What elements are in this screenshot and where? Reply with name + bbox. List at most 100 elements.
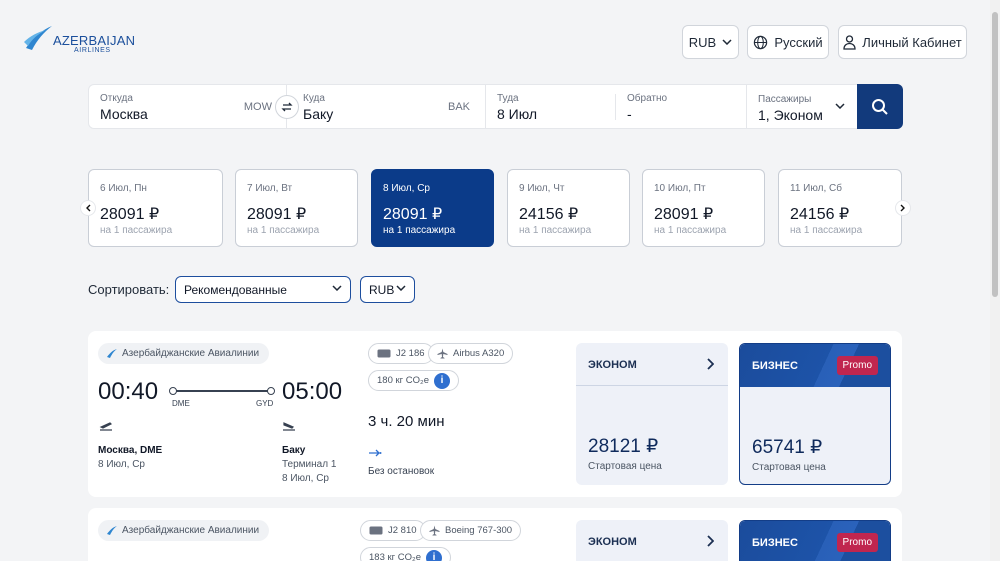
fare-class-title: ЭКОНОМ (588, 359, 637, 371)
date-card-date: 10 Июл, Пт (654, 183, 706, 194)
date-card-price: 28091 ₽ (247, 206, 307, 223)
language-selector[interactable]: Русский (747, 25, 829, 59)
economy-fare-card[interactable]: ЭКОНОМ (576, 520, 728, 561)
fare-class-title: ЭКОНОМ (588, 536, 637, 548)
airplane-icon (437, 348, 448, 359)
date-card[interactable]: 10 Июл, Пт 28091 ₽ на 1 пассажира (642, 169, 765, 247)
return-date-field[interactable]: Обратно - (616, 85, 746, 128)
date-card-date: 7 Июл, Вт (247, 183, 293, 194)
date-card-date: 6 Июл, Пн (100, 183, 147, 194)
currency-value: RUB (369, 282, 395, 297)
airline-badge: Азербайджанские Авиалинии (98, 343, 270, 364)
chevron-right-icon (900, 204, 905, 212)
to-field[interactable]: Куда Баку BAK (292, 85, 484, 128)
co2-value: 180 кг CO₂e (377, 375, 429, 386)
fare-class-title: БИЗНЕС (752, 360, 798, 372)
date-card-date: 8 Июл, Ср (383, 183, 430, 194)
flight-number-chip[interactable]: J2 186 (368, 343, 434, 364)
flight-card: Азербайджанские Авиалинии 00:40 05:00 DM… (88, 331, 902, 497)
currency-select[interactable]: RUB (360, 276, 415, 303)
flight-duration: 3 ч. 20 мин (368, 413, 445, 430)
takeoff-icon (99, 422, 113, 431)
from-field[interactable]: Откуда Москва MOW (89, 85, 286, 128)
globe-icon (754, 35, 768, 49)
info-icon[interactable]: i (425, 549, 442, 561)
co2-chip[interactable]: 183 кг CO₂e i (360, 547, 451, 561)
date-card-price: 28091 ₽ (654, 206, 714, 223)
aircraft-chip[interactable]: Airbus A320 (428, 343, 514, 364)
info-icon[interactable]: i (433, 372, 450, 389)
departure-time: 00:40 (98, 378, 159, 405)
airline-logo-icon (107, 526, 117, 535)
date-card-price: 28091 ₽ (383, 206, 443, 223)
flight-number-chip[interactable]: J2 810 (360, 520, 426, 541)
aircraft-model: Airbus A320 (453, 348, 505, 359)
passengers-field[interactable]: Пассажиры 1, Эконом (747, 85, 857, 128)
account-button[interactable]: Личный Кабинет (838, 25, 967, 59)
airline-name: Азербайджанские Авиалинии (122, 525, 260, 536)
date-card-date: 9 Июл, Чт (519, 183, 565, 194)
next-dates-button[interactable] (895, 200, 911, 216)
promo-badge: Promo (836, 356, 878, 375)
promo-badge: Promo (836, 533, 878, 552)
business-fare-card[interactable]: БИЗНЕС Promo 65741 ₽ Стартовая цена (739, 343, 891, 485)
flight-card: Азербайджанские Авиалинии J2 810 Boeing … (88, 508, 902, 561)
logo-text: AZERBAIJAN (53, 33, 136, 48)
co2-chip[interactable]: 180 кг CO₂e i (368, 370, 459, 391)
depart-value: 8 Июл (497, 106, 538, 122)
landing-icon (283, 422, 295, 431)
departure-city: Москва, DME (98, 445, 163, 456)
currency-selector[interactable]: RUB (682, 25, 739, 59)
date-card[interactable]: 7 Июл, Вт 28091 ₽ на 1 пассажира (235, 169, 358, 247)
chevron-down-icon (332, 285, 342, 291)
search-button[interactable] (857, 84, 903, 129)
depart-date-field[interactable]: Туда 8 Июл (486, 85, 616, 128)
scrollbar-thumb[interactable] (992, 12, 998, 297)
stops-info: Без остановок (368, 466, 435, 477)
arrival-date: 8 Июл, Ср (282, 473, 329, 484)
from-code: MOW (243, 101, 272, 113)
airline-badge: Азербайджанские Авиалинии (98, 520, 270, 541)
sort-select[interactable]: Рекомендованные (175, 276, 351, 303)
date-card-note: на 1 пассажира (654, 225, 727, 236)
date-card-note: на 1 пассажира (383, 225, 456, 236)
flight-search-bar: Откуда Москва MOW Куда Баку BAK Туда 8 И… (88, 84, 903, 129)
user-icon (843, 34, 856, 50)
return-label: Обратно (627, 93, 668, 104)
plane-ticket-icon (369, 526, 383, 535)
plane-ticket-icon (377, 349, 391, 358)
page-scrollbar[interactable] (990, 0, 1000, 561)
date-card[interactable]: 11 Июл, Сб 24156 ₽ на 1 пассажира (778, 169, 902, 247)
fare-class-title: БИЗНЕС (752, 537, 798, 549)
azerbaijan-airlines-logo[interactable]: AZERBAIJAN AIRLINES (22, 24, 136, 58)
airline-name: Азербайджанские Авиалинии (122, 348, 260, 359)
passengers-value: 1, Эконом (758, 107, 823, 123)
arrival-city: Баку (282, 445, 306, 456)
chevron-down-icon (835, 103, 845, 109)
sort-value: Рекомендованные (184, 282, 287, 297)
return-value: - (627, 106, 632, 122)
fare-price: 28121 ₽ (588, 436, 659, 457)
date-card-price: 24156 ₽ (519, 206, 579, 223)
airplane-icon (429, 525, 440, 536)
aircraft-chip[interactable]: Boeing 767-300 (420, 520, 522, 541)
date-card[interactable]: 9 Июл, Чт 24156 ₽ на 1 пассажира (507, 169, 630, 247)
date-card-selected[interactable]: 8 Июл, Ср 28091 ₽ на 1 пассажира (371, 169, 494, 247)
from-value: Москва (100, 106, 148, 122)
economy-fare-card[interactable]: ЭКОНОМ 28121 ₽ Стартовая цена (576, 343, 728, 485)
date-card[interactable]: 6 Июл, Пн 28091 ₽ на 1 пассажира (88, 169, 223, 247)
depart-label: Туда (497, 93, 519, 104)
aircraft-model: Boeing 767-300 (445, 525, 513, 536)
arrival-terminal: Терминал 1 (282, 459, 337, 470)
date-card-note: на 1 пассажира (247, 225, 320, 236)
chevron-right-icon (707, 535, 714, 547)
airline-logo-icon (107, 349, 117, 358)
departure-date: 8 Июл, Ср (98, 459, 145, 470)
chevron-down-icon (722, 39, 732, 45)
chevron-down-icon (396, 285, 406, 291)
date-card-note: на 1 пассажира (100, 225, 173, 236)
prev-dates-button[interactable] (80, 200, 96, 216)
business-fare-card[interactable]: БИЗНЕС Promo (739, 520, 891, 561)
date-card-price: 24156 ₽ (790, 206, 850, 223)
language-label: Русский (774, 34, 823, 50)
